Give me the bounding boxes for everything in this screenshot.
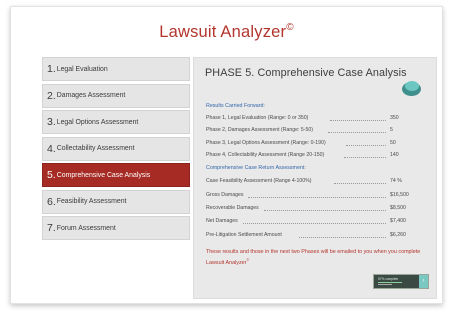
- return-value: 74 %: [390, 178, 402, 184]
- email-note: These results and those in the next two …: [206, 249, 421, 266]
- sidebar-item-comprehensive-case-analysis[interactable]: 5. Comprehensive Case Analysis: [42, 163, 190, 187]
- sidebar-item-legal-options-assessment[interactable]: 3. Legal Options Assessment: [42, 110, 190, 134]
- result-value: 50: [390, 140, 396, 146]
- badge-top: [405, 81, 419, 91]
- result-value: 140: [390, 152, 399, 158]
- sidebar-item-forum-assessment[interactable]: 7. Forum Assessment: [42, 216, 190, 240]
- progress-line-secondary: [378, 284, 392, 285]
- sidebar-item-label: Forum Assessment: [56, 224, 116, 232]
- sidebar-item-number: 6.: [47, 195, 56, 208]
- sidebar-item-feasibility-assessment[interactable]: 6. Feasibility Assessment: [42, 189, 190, 214]
- phase-sidebar: 1. Legal Evaluation 2. Damages Assessment …: [42, 57, 190, 243]
- result-row: Phase 3, Legal Options Assessment (Range…: [206, 140, 428, 148]
- return-heading: Comprehensive Case Return Assessment:: [206, 165, 306, 171]
- result-label: Phase 2, Damages Assessment (Range: 5-50…: [206, 127, 313, 133]
- return-value: $6,260: [390, 232, 406, 238]
- return-value: $8,500: [390, 205, 406, 211]
- progress-text: 57% complete: [378, 277, 399, 281]
- result-row: Phase 2, Damages Assessment (Range: 5-50…: [206, 127, 428, 135]
- return-label: Net Damages: [206, 218, 238, 224]
- return-row: Net Damages $7,400: [206, 218, 428, 226]
- result-label: Phase 3, Legal Options Assessment (Range…: [206, 140, 326, 146]
- leader-dots: [264, 209, 386, 211]
- leader-dots: [243, 222, 386, 224]
- sidebar-item-label: Damages Assessment: [56, 92, 126, 99]
- return-row: Pre-Litigation Settlement Amount $6,260: [206, 232, 428, 240]
- leader-dots: [328, 131, 386, 133]
- sidebar-item-collectability-assessment[interactable]: 4. Collectability Assessment: [42, 136, 190, 161]
- sidebar-item-label: Collectability Assessment: [56, 145, 135, 152]
- result-row: Phase 4, Collectability Assessment (Rang…: [206, 152, 428, 160]
- app-title: Lawsuit Analyzer©: [159, 22, 294, 41]
- sidebar-item-number: 4.: [47, 142, 56, 155]
- sidebar-item-number: 3.: [47, 116, 56, 128]
- leader-dots: [330, 119, 386, 121]
- sidebar-item-number: 7.: [47, 222, 56, 234]
- result-value: 350: [390, 115, 399, 121]
- sidebar-item-legal-evaluation[interactable]: 1. Legal Evaluation: [42, 57, 190, 81]
- sidebar-item-number: 5.: [47, 169, 56, 181]
- sidebar-item-damages-assessment[interactable]: 2. Damages Assessment: [42, 83, 190, 108]
- return-row: Case Feasibility Assessment (Range 4-100…: [206, 178, 428, 186]
- leader-dots: [346, 144, 386, 146]
- copyright-mark: ©: [286, 22, 294, 33]
- sidebar-item-label: Comprehensive Case Analysis: [56, 171, 151, 179]
- phase-panel: PHASE 5. Comprehensive Case Analysis Res…: [193, 57, 437, 299]
- result-value: 5: [390, 127, 393, 133]
- sidebar-item-label: Feasibility Assessment: [56, 198, 127, 205]
- return-label: Pre-Litigation Settlement Amount: [206, 232, 282, 238]
- results-heading: Results Carried Forward:: [206, 103, 265, 109]
- progress-indicator: 57% complete: [374, 275, 419, 288]
- leader-dots: [344, 156, 386, 158]
- return-row: Gross Damages $16,500: [206, 192, 428, 200]
- return-label: Case Feasibility Assessment (Range 4-100…: [206, 178, 312, 184]
- leader-dots: [299, 236, 386, 238]
- sidebar-item-number: 2.: [47, 89, 56, 102]
- status-badge-icon: [402, 81, 421, 96]
- return-value: $7,400: [390, 218, 406, 224]
- return-row: Recoverable Damages $8,500: [206, 205, 428, 213]
- result-label: Phase 1, Legal Evaluation (Range: 0 or 3…: [206, 115, 309, 121]
- result-row: Phase 1, Legal Evaluation (Range: 0 or 3…: [206, 115, 428, 123]
- panel-title: PHASE 5. Comprehensive Case Analysis: [205, 67, 407, 79]
- sidebar-item-label: Legal Options Assessment: [56, 118, 139, 126]
- app-card: Lawsuit Analyzer© 1. Legal Evaluation 2. D…: [10, 6, 443, 304]
- result-label: Phase 4, Collectability Assessment (Rang…: [206, 152, 325, 158]
- leader-dots: [334, 182, 386, 184]
- chevron-right-icon: ›: [419, 275, 428, 288]
- progress-line: [378, 282, 402, 284]
- return-value: $16,500: [390, 192, 409, 198]
- sidebar-item-label: Legal Evaluation: [56, 65, 108, 73]
- return-label: Recoverable Damages: [206, 205, 259, 211]
- next-phase-button[interactable]: 57% complete ›: [373, 274, 429, 289]
- sidebar-item-number: 1.: [47, 63, 56, 75]
- leader-dots: [248, 196, 386, 198]
- copyright-mark: ©: [246, 258, 250, 262]
- return-label: Gross Damages: [206, 192, 244, 198]
